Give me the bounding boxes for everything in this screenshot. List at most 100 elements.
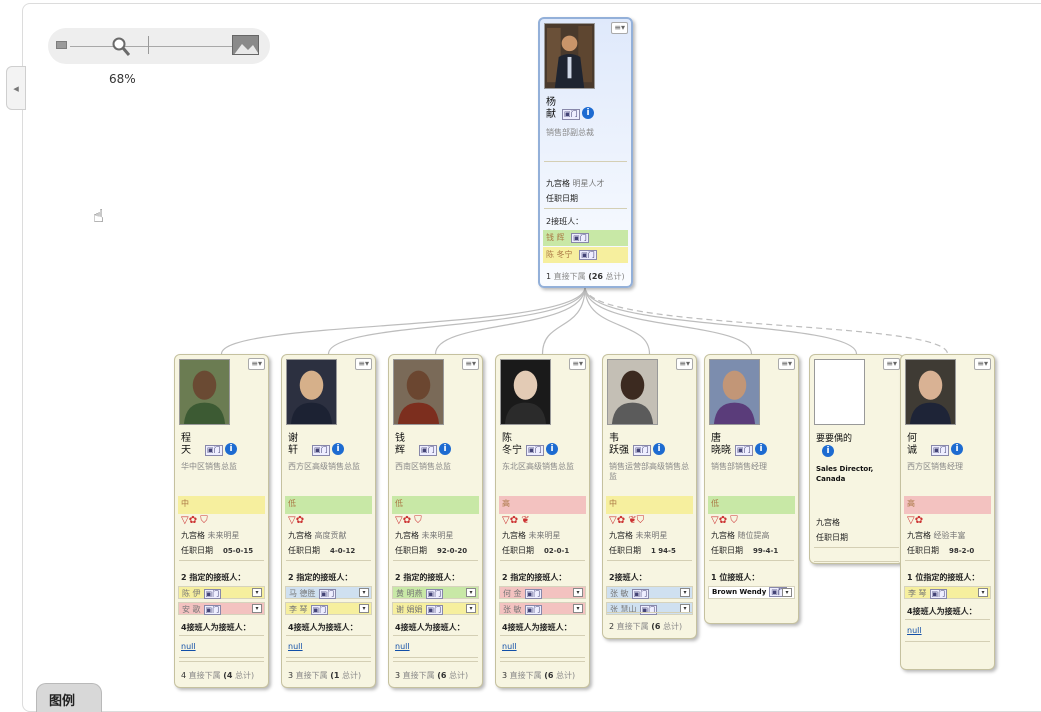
- employee-card[interactable]: ≡▾ 谢轩 ▣门 i 西方区高级销售总监低 ▽✿ 九宫格 高度贡献 任职日期 4-0-12 2 指…: [281, 354, 376, 688]
- successor-name[interactable]: 李 琴: [908, 589, 927, 598]
- info-icon[interactable]: i: [755, 443, 767, 455]
- chat-icon[interactable]: ▣门: [579, 250, 597, 260]
- chat-icon[interactable]: ▣门: [312, 445, 330, 456]
- successor-dropdown-button[interactable]: ▾: [573, 588, 583, 597]
- successor-name[interactable]: 张 敏: [503, 605, 522, 614]
- successor-row[interactable]: 马 德胜 ▣门 ▾: [285, 586, 372, 599]
- successor-row[interactable]: 安 歌 ▣门 ▾: [178, 602, 265, 615]
- successor-dropdown-button[interactable]: ▾: [359, 604, 369, 613]
- card-menu-button[interactable]: ≡▾: [355, 358, 372, 370]
- employee-card[interactable]: ≡▾ 唐晓晓 ▣门 i 销售部销售经理低 ▽✿ ⛉ 九宫格 随位提高 任职日期 99-4-1 1 …: [704, 354, 799, 624]
- info-icon[interactable]: i: [546, 443, 558, 455]
- successor-dropdown-button[interactable]: ▾: [680, 588, 690, 597]
- successor-row[interactable]: 张 敏 ▣门 ▾: [606, 586, 693, 599]
- successor-dropdown-button[interactable]: ▾: [359, 588, 369, 597]
- successor-row[interactable]: 何 金 ▣门 ▾: [499, 586, 586, 599]
- employee-card[interactable]: ≡▾ 陈冬宁 ▣门 i 东北区高级销售总监高 ▽✿ ❦ 九宫格 未来明星 任职日期 02-0-1…: [495, 354, 590, 688]
- successor-name[interactable]: Brown Wendy: [712, 588, 766, 596]
- chat-icon[interactable]: ▣门: [633, 445, 651, 456]
- employee-name[interactable]: 何诚: [907, 433, 927, 457]
- chat-icon[interactable]: ▣门: [203, 589, 222, 599]
- successor-dropdown-button[interactable]: ▾: [252, 604, 262, 613]
- employee-name[interactable]: 陈冬宁: [502, 433, 522, 457]
- successor-row[interactable]: 张 慧山 ▣门 ▾: [606, 602, 693, 615]
- employee-card[interactable]: ≡▾ 程天 ▣门 i 华中区销售总监中 ▽✿ ⛉ 九宫格 未来明星 任职日期 05-0-15 2 …: [174, 354, 269, 688]
- zoom-slider-track[interactable]: [70, 46, 250, 47]
- side-panel-toggle-button[interactable]: ◂: [6, 66, 26, 110]
- employee-name[interactable]: 钱辉: [395, 433, 415, 457]
- card-menu-button[interactable]: ≡▾: [883, 358, 900, 370]
- successor-name[interactable]: 张 敏: [610, 589, 629, 598]
- employee-name[interactable]: 韦跃强: [609, 433, 629, 457]
- chat-icon[interactable]: ▣门: [631, 589, 650, 599]
- card-menu-button[interactable]: ≡▾: [569, 358, 586, 370]
- chat-icon[interactable]: ▣门: [929, 589, 948, 599]
- successor-name[interactable]: 马 德胜: [289, 589, 316, 598]
- zoom-slider[interactable]: [48, 28, 270, 64]
- employee-card[interactable]: ≡▾ 韦跃强 ▣门 i 销售运营部高级销售总监中 ▽✿ ❦⛉ 九宫格 未来明星 任职日期 1 9…: [602, 354, 697, 639]
- card-menu-button[interactable]: ≡▾: [462, 358, 479, 370]
- card-menu-button[interactable]: ≡▾: [974, 358, 991, 370]
- info-icon[interactable]: i: [225, 443, 237, 455]
- chat-icon[interactable]: ▣门: [419, 445, 437, 456]
- chat-icon[interactable]: ▣门: [524, 605, 543, 615]
- successor-name[interactable]: 陈 冬宁: [546, 250, 573, 259]
- zoom-slider-thumb[interactable]: [148, 36, 149, 54]
- card-menu-button[interactable]: ≡▾: [778, 358, 795, 370]
- chat-icon[interactable]: ▣门: [735, 445, 753, 456]
- successor-dropdown-button[interactable]: ▾: [466, 604, 476, 613]
- chat-icon[interactable]: ▣门: [318, 589, 337, 599]
- successor-row[interactable]: 谢 娟娟 ▣门 ▾: [392, 602, 479, 615]
- employee-name[interactable]: 谢轩: [288, 433, 308, 457]
- info-icon[interactable]: i: [332, 443, 344, 455]
- chat-icon[interactable]: ▣门: [562, 109, 580, 120]
- successor-dropdown-button[interactable]: ▾: [573, 604, 583, 613]
- root-employee-card[interactable]: ≡▾ 杨献 ▣门 i 销售部副总裁 九宫格 明星人才 任职日期 2接班人： 钱 …: [538, 17, 633, 288]
- employee-name[interactable]: 程天: [181, 433, 201, 457]
- successor-row[interactable]: 李 琴 ▣门 ▾: [285, 602, 372, 615]
- chat-icon[interactable]: ▣门: [425, 605, 444, 615]
- successor-name[interactable]: 何 金: [503, 589, 522, 598]
- chat-icon[interactable]: ▣门: [310, 605, 329, 615]
- chat-icon[interactable]: ▣门: [425, 589, 444, 599]
- zoom-out-image-icon[interactable]: [56, 41, 67, 49]
- chat-icon[interactable]: ▣门: [524, 589, 543, 599]
- card-menu-button[interactable]: ≡▾: [248, 358, 265, 370]
- null-link[interactable]: null: [502, 642, 517, 651]
- successor-row[interactable]: Brown Wendy ▣门 ▾: [708, 586, 795, 599]
- successor-name[interactable]: 谢 娟娟: [396, 605, 423, 614]
- null-link[interactable]: null: [395, 642, 410, 651]
- successor-dropdown-button[interactable]: ▾: [252, 588, 262, 597]
- successor-row[interactable]: 钱 辉 ▣门: [543, 230, 628, 246]
- successor-name[interactable]: 钱 辉: [546, 233, 565, 242]
- successor-row[interactable]: 陈 伊 ▣门 ▾: [178, 586, 265, 599]
- successor-name[interactable]: 李 琴: [289, 605, 308, 614]
- successor-dropdown-button[interactable]: ▾: [782, 588, 792, 597]
- chat-icon[interactable]: ▣门: [931, 445, 949, 456]
- legend-tab[interactable]: 图例: [36, 683, 102, 712]
- null-link[interactable]: null: [181, 642, 196, 651]
- card-menu-button[interactable]: ≡▾: [676, 358, 693, 370]
- employee-name[interactable]: 唐晓晓: [711, 433, 731, 457]
- successor-row[interactable]: 李 琴 ▣门 ▾: [904, 586, 991, 599]
- employee-card[interactable]: ≡▾ 何诚 ▣门 i 西方区销售经理高 ▽✿ 九宫格 经验丰富 任职日期 98-2-0 1 位指定…: [900, 354, 995, 670]
- successor-name[interactable]: 黄 明燕: [396, 589, 423, 598]
- successor-name[interactable]: 安 歌: [182, 605, 201, 614]
- chat-icon[interactable]: ▣门: [571, 233, 589, 243]
- card-menu-button[interactable]: ≡▾: [611, 22, 628, 34]
- successor-row[interactable]: 黄 明燕 ▣门 ▾: [392, 586, 479, 599]
- successor-row[interactable]: 陈 冬宁 ▣门: [543, 247, 628, 263]
- info-icon[interactable]: i: [439, 443, 451, 455]
- info-icon[interactable]: i: [582, 107, 594, 119]
- employee-card[interactable]: ≡▾ 钱辉 ▣门 i 西南区销售总监低 ▽✿ ⛉ 九宫格 未来明星 任职日期 92-0-20 2 …: [388, 354, 483, 688]
- successor-dropdown-button[interactable]: ▾: [466, 588, 476, 597]
- successor-name[interactable]: 陈 伊: [182, 589, 201, 598]
- null-link[interactable]: null: [907, 626, 922, 635]
- employee-name[interactable]: 要要偶的: [816, 433, 900, 445]
- chat-icon[interactable]: ▣门: [526, 445, 544, 456]
- null-link[interactable]: null: [288, 642, 303, 651]
- employee-card[interactable]: ≡▾ 要要偶的 i Sales Director, Canada 九宫格 任职日期: [809, 354, 904, 564]
- successor-row[interactable]: 张 敏 ▣门 ▾: [499, 602, 586, 615]
- info-icon[interactable]: i: [951, 443, 963, 455]
- chat-icon[interactable]: ▣门: [639, 605, 658, 615]
